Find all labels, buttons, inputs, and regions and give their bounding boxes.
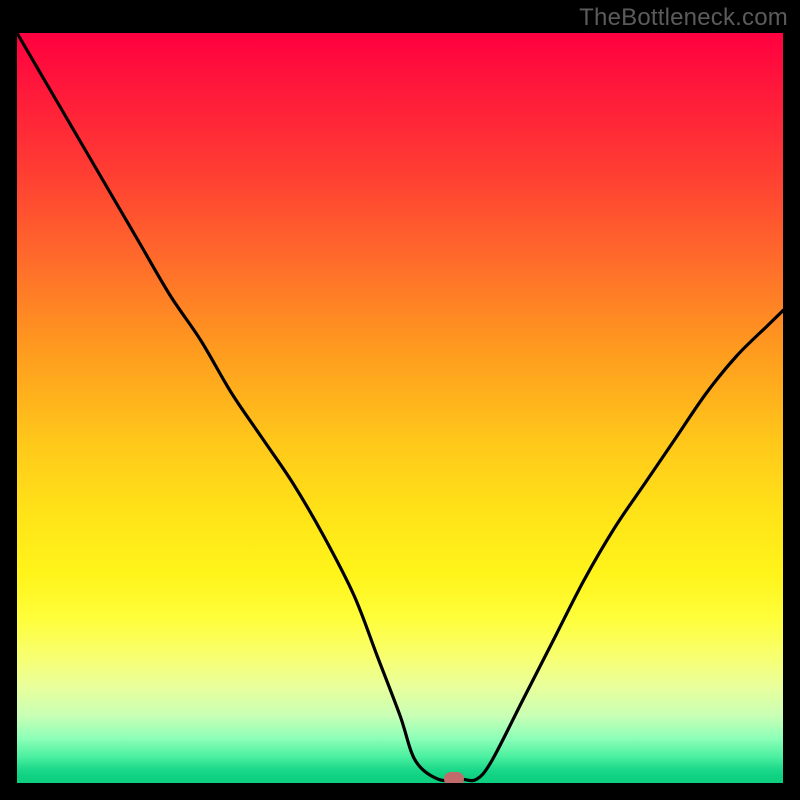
optimal-point-marker	[444, 772, 464, 783]
watermark-text: TheBottleneck.com	[579, 4, 788, 32]
plot-area	[17, 33, 783, 783]
chart-frame: TheBottleneck.com	[0, 0, 800, 800]
bottleneck-curve	[17, 33, 783, 783]
